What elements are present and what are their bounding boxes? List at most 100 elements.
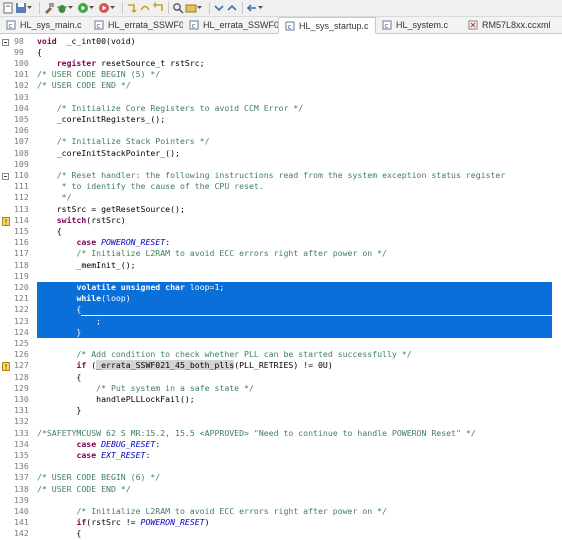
code-line[interactable]: 112 */ (0, 192, 562, 203)
code-editor[interactable]: 98 void _c_int00(void) 99 {100 register res… (0, 35, 562, 538)
code-line[interactable]: 135 case EXT_RESET: (0, 450, 562, 461)
code-line[interactable]: 131 } (0, 405, 562, 416)
svg-text:c: c (97, 22, 101, 30)
line-number: 139 (14, 494, 29, 505)
code-token: /* Initialize Core Registers to avoid CC… (56, 102, 304, 113)
step-return-icon[interactable] (152, 1, 164, 16)
code-line[interactable]: 127 if (_errata_SSWF021_45_both_plls(PLL… (0, 360, 562, 372)
code-line[interactable]: 126 /* Add condition to check whether PL… (0, 349, 562, 360)
code-line[interactable]: 122 { (0, 304, 562, 316)
dropdown-arrow-icon[interactable] (197, 5, 202, 12)
build-icon[interactable] (43, 1, 55, 16)
code-line[interactable]: 142 { (0, 528, 562, 539)
next-annotation-icon[interactable] (213, 1, 225, 16)
debug-icon[interactable] (56, 1, 68, 16)
code-token: loop=1; (184, 281, 225, 292)
code-token: switch (56, 214, 87, 225)
dropdown-arrow-icon[interactable] (110, 5, 115, 12)
tab-2[interactable]: c HL_errata_SSWF0... (183, 17, 278, 33)
external-tools-icon[interactable] (98, 1, 110, 16)
code-line[interactable]: 117 /* Initialize L2RAM to avoid ECC err… (0, 248, 562, 259)
tab-0[interactable]: c HL_sys_main.c (0, 17, 88, 33)
run-icon[interactable] (77, 1, 89, 16)
code-line[interactable]: 102 /* USER CODE END */ (0, 80, 562, 91)
tab-1[interactable]: c HL_errata_SSWF0... (88, 17, 183, 33)
code-line[interactable]: 134 case DEBUG_RESET: (0, 439, 562, 450)
line-number: 135 (14, 449, 29, 460)
code-line[interactable]: 132 (0, 416, 562, 427)
code-line[interactable]: 100 register resetSource_t rstSrc; (0, 58, 562, 69)
fold-toggle-icon[interactable] (2, 172, 9, 180)
search-icon[interactable] (172, 1, 184, 16)
save-icon[interactable] (15, 1, 27, 16)
code-text: { (37, 528, 81, 539)
code-line[interactable]: 98 void _c_int00(void) (0, 36, 562, 47)
code-line[interactable]: 110 /* Reset handler: the following inst… (0, 170, 562, 181)
line-number: 112 (14, 192, 29, 203)
code-line[interactable]: 108 _coreInitStackPointer_(); (0, 148, 562, 159)
code-line[interactable]: 113 rstSrc = getResetSource(); (0, 204, 562, 215)
fold-toggle-icon[interactable] (2, 38, 9, 46)
code-line[interactable]: 119 (0, 271, 562, 282)
tab-3[interactable]: cHL_sys_startup.c✕ (278, 17, 376, 34)
code-line[interactable]: 105 _coreInitRegisters_(); (0, 114, 562, 125)
step-over-icon[interactable] (139, 1, 151, 16)
code-line[interactable]: 123 ; (0, 315, 562, 327)
code-line[interactable]: 141 if(rstSrc != POWERON_RESET) (0, 517, 562, 528)
main-toolbar (0, 0, 562, 17)
line-number: 140 (14, 505, 29, 516)
code-line[interactable]: 106 (0, 125, 562, 136)
code-token: void (37, 35, 57, 46)
code-line[interactable]: 107 /* Initialize Stack Pointers */ (0, 136, 562, 147)
code-text: volatile unsigned char loop=1; (37, 281, 225, 294)
open-type-icon[interactable] (185, 1, 197, 16)
code-text: /* Initialize L2RAM to avoid ECC errors … (37, 248, 387, 259)
dropdown-arrow-icon[interactable] (27, 5, 32, 12)
code-line[interactable]: 125 (0, 338, 562, 349)
dropdown-arrow-icon[interactable] (68, 5, 73, 12)
code-line[interactable]: 130 handlePLLLockFail(); (0, 394, 562, 405)
dropdown-arrow-icon[interactable] (89, 5, 94, 12)
tab-5[interactable]: RM57L8xx.ccxml (462, 17, 562, 33)
code-line[interactable]: 138 /* USER CODE END */ (0, 484, 562, 495)
step-into-icon[interactable] (126, 1, 138, 16)
new-file-icon[interactable] (2, 1, 14, 16)
code-line[interactable]: 109 (0, 159, 562, 170)
code-line[interactable]: 115 { (0, 226, 562, 237)
code-text: ; (37, 315, 102, 327)
code-line[interactable]: 99 { (0, 47, 562, 58)
code-line[interactable]: 101 /* USER CODE BEGIN (5) */ (0, 69, 562, 80)
code-line[interactable]: 129 /* Put system in a safe state */ (0, 383, 562, 394)
code-text: rstSrc = getResetSource(); (37, 204, 185, 215)
code-line[interactable]: 121 while(loop) (0, 293, 562, 305)
code-line[interactable]: 114 switch(rstSrc) (0, 215, 562, 226)
code-line[interactable]: 139 (0, 495, 562, 506)
line-number: 116 (14, 237, 29, 248)
dropdown-arrow-icon[interactable] (258, 5, 263, 12)
warning-marker-icon[interactable] (2, 216, 10, 226)
tab-4[interactable]: c HL_system.c (376, 17, 462, 33)
code-text: case EXT_RESET: (37, 450, 150, 461)
code-line[interactable]: 111 * to identify the cause of the CPU r… (0, 181, 562, 192)
code-text: handlePLLLockFail(); (37, 394, 195, 405)
code-line[interactable]: 116 case POWERON_RESET: (0, 237, 562, 248)
code-token: /* Initialize Stack Pointers */ (56, 136, 210, 147)
code-line[interactable]: 118 _memInit_(); (0, 260, 562, 271)
code-line[interactable]: 128 { (0, 372, 562, 383)
code-line[interactable]: 136 (0, 461, 562, 472)
warning-marker-icon[interactable] (2, 362, 10, 372)
code-token: /* Initialize L2RAM to avoid ECC errors … (76, 505, 387, 516)
code-line[interactable]: 103 (0, 92, 562, 103)
code-token: if (76, 517, 87, 528)
code-line[interactable]: 104 /* Initialize Core Registers to avoi… (0, 103, 562, 114)
code-line[interactable]: 120 volatile unsigned char loop=1; (0, 281, 562, 294)
code-line[interactable]: 140 /* Initialize L2RAM to avoid ECC err… (0, 506, 562, 517)
code-line[interactable]: 137 /* USER CODE BEGIN (6) */ (0, 472, 562, 483)
prev-annotation-icon[interactable] (226, 1, 238, 16)
code-line[interactable]: 133 /*SAFETYMCUSW 62 S MR:15.2, 15.5 <APP… (0, 428, 562, 439)
line-number: 111 (14, 181, 29, 192)
code-line[interactable]: 124 } (0, 326, 562, 338)
line-number: 109 (14, 158, 29, 169)
line-number: 122 (14, 304, 29, 315)
back-icon[interactable] (246, 1, 258, 16)
